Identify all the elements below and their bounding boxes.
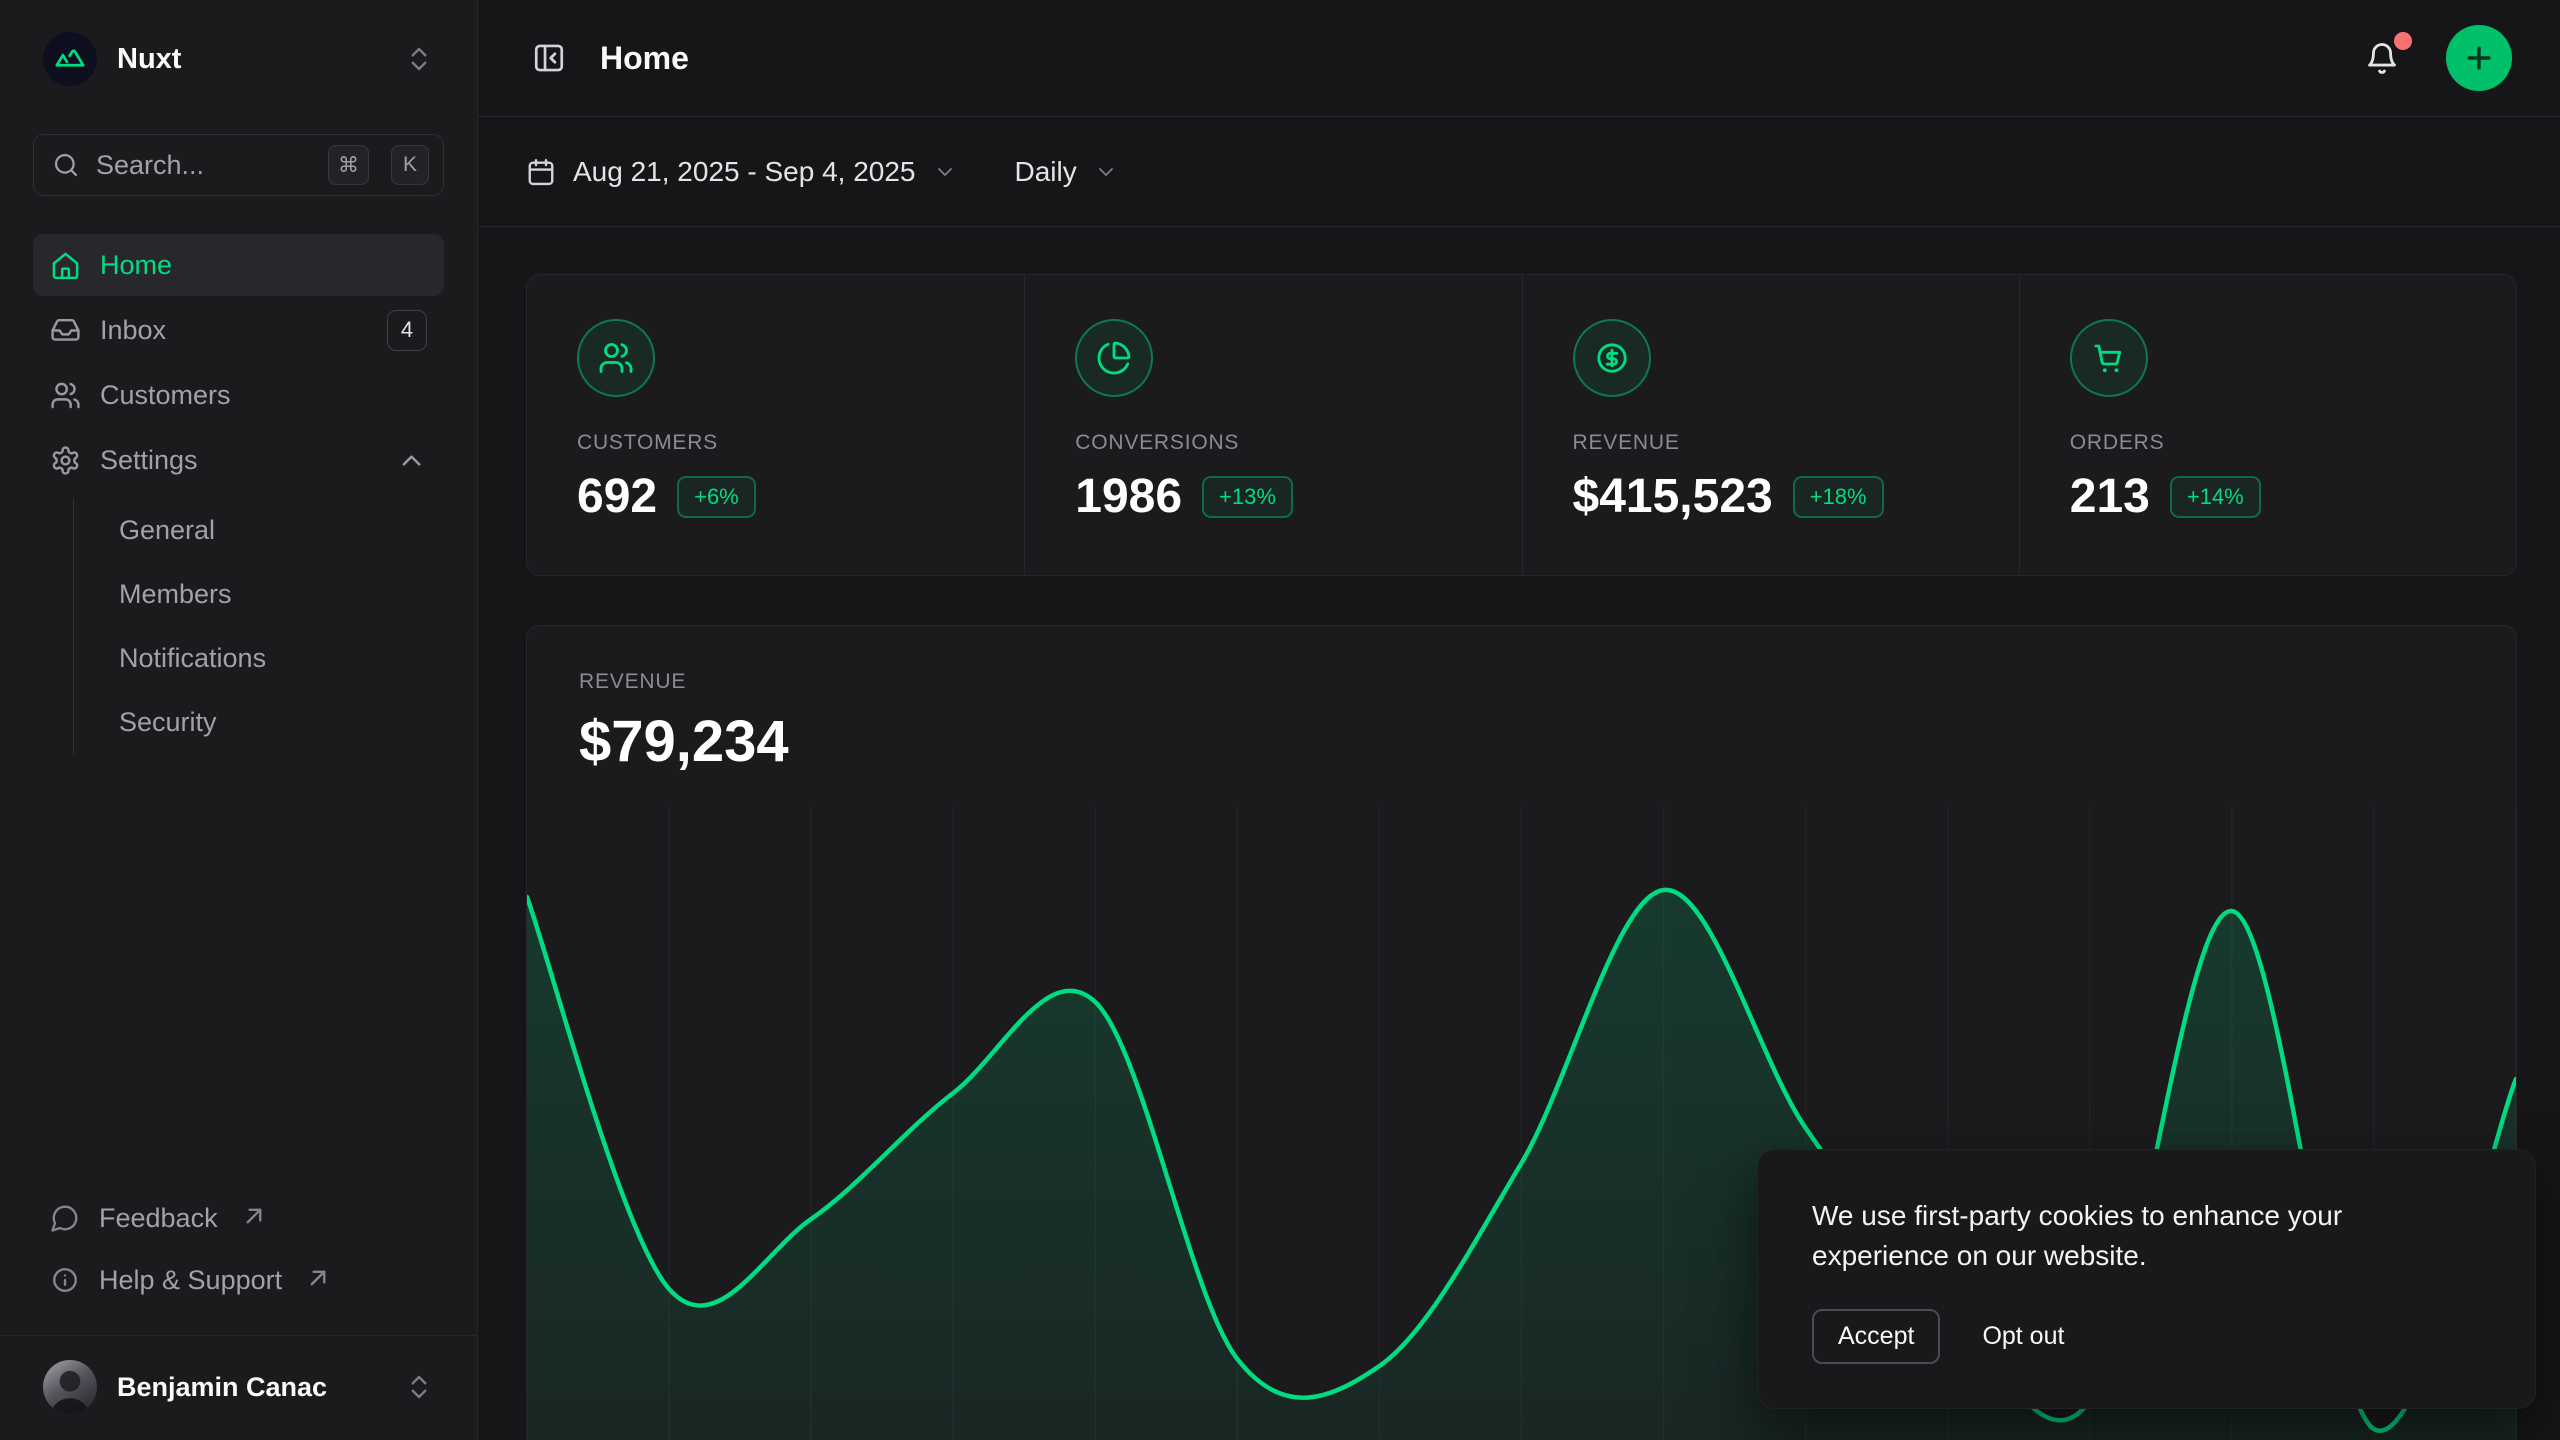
help-support-label: Help & Support (99, 1265, 282, 1296)
content: CUSTOMERS 692 +6% CONVERSIONS 1986 +13% REVENU… (478, 227, 2560, 1440)
stat-icon-circle (1573, 319, 1651, 397)
sidebar-nav: Home Inbox 4 Customers Settings GeneralMember… (33, 234, 444, 760)
notifications-button[interactable] (2358, 34, 2406, 82)
sidebar-toggle-button[interactable] (526, 35, 572, 81)
search-icon (52, 151, 80, 179)
users-icon (598, 340, 634, 376)
stat-icon-circle (1075, 319, 1153, 397)
create-button[interactable] (2446, 25, 2512, 91)
stat-label: CUSTOMERS (577, 431, 974, 455)
stat-label: REVENUE (1573, 431, 1969, 455)
user-name: Benjamin Canac (117, 1372, 384, 1403)
sidebar-item-notifications[interactable]: Notifications (105, 626, 444, 690)
chevrons-up-down-icon (404, 44, 434, 74)
granularity-select[interactable]: Daily (1015, 156, 1118, 188)
search-box[interactable]: ⌘ K (33, 134, 444, 196)
kbd-k: K (391, 145, 429, 185)
chart-pie-icon (1096, 340, 1132, 376)
revenue-panel-value: $79,234 (579, 708, 2464, 775)
feedback-link[interactable]: Feedback (33, 1187, 444, 1249)
stat-delta-badge: +14% (2170, 476, 2261, 518)
inbox-icon (50, 315, 81, 346)
stat-card-revenue[interactable]: REVENUE $415,523 +18% (1522, 275, 2019, 575)
sidebar-item-security[interactable]: Security (105, 690, 444, 754)
optout-button[interactable]: Opt out (1982, 1322, 2064, 1351)
external-link-icon (303, 1263, 333, 1293)
nuxt-logo (43, 32, 97, 86)
sidebar-item-label: Home (100, 250, 427, 281)
notification-dot (2394, 32, 2412, 50)
users-icon (50, 380, 81, 411)
sidebar-item-settings[interactable]: Settings (33, 429, 444, 491)
calendar-icon (526, 157, 556, 187)
panel-left-close-icon (532, 41, 566, 75)
avatar (43, 1360, 97, 1414)
sidebar-item-label: Customers (100, 380, 427, 411)
stat-value: 213 (2070, 469, 2150, 524)
house-icon (50, 250, 81, 281)
sidebar-item-general[interactable]: General (105, 498, 444, 562)
main-area: Home Aug 21, 2025 - Sep 4, 2025 Daily CU… (478, 0, 2560, 1440)
stat-card-customers[interactable]: CUSTOMERS 692 +6% (527, 275, 1024, 575)
help-support-link[interactable]: Help & Support (33, 1249, 444, 1311)
date-range-label: Aug 21, 2025 - Sep 4, 2025 (573, 156, 916, 188)
chevron-down-icon (1094, 160, 1118, 184)
settings-icon (50, 445, 81, 476)
search-input[interactable] (96, 150, 306, 181)
stat-icon-circle (577, 319, 655, 397)
stat-card-conversions[interactable]: CONVERSIONS 1986 +13% (1024, 275, 1521, 575)
sidebar: Nuxt ⌘ K Home Inbox 4 Customers Settings Gene… (0, 0, 478, 1440)
stat-delta-badge: +6% (677, 476, 756, 518)
revenue-panel-label: REVENUE (579, 670, 2464, 694)
stats-card: CUSTOMERS 692 +6% CONVERSIONS 1986 +13% REVENU… (526, 274, 2517, 576)
feedback-label: Feedback (99, 1203, 218, 1234)
sidebar-footer: Feedback Help & Support (33, 1187, 444, 1325)
accept-button[interactable]: Accept (1812, 1309, 1940, 1364)
stat-label: ORDERS (2070, 431, 2466, 455)
sidebar-item-label: Inbox (100, 315, 368, 346)
team-name: Nuxt (117, 43, 384, 76)
chevron-up-icon (396, 445, 427, 476)
cart-icon (2091, 340, 2127, 376)
user-menu[interactable]: Benjamin Canac (33, 1336, 444, 1440)
sidebar-item-label: Settings (100, 445, 377, 476)
page-header: Home (478, 0, 2560, 117)
stat-label: CONVERSIONS (1075, 431, 1471, 455)
cookie-message: We use first-party cookies to enhance yo… (1812, 1196, 2422, 1277)
info-icon (50, 1265, 80, 1295)
stat-card-orders[interactable]: ORDERS 213 +14% (2019, 275, 2516, 575)
nuxt-icon (53, 42, 87, 76)
sidebar-item-customers[interactable]: Customers (33, 364, 444, 426)
sidebar-item-inbox[interactable]: Inbox 4 (33, 299, 444, 361)
inbox-badge: 4 (387, 310, 427, 351)
chevron-down-icon (933, 160, 957, 184)
external-link-icon (239, 1201, 269, 1231)
sidebar-spacer (33, 760, 444, 1187)
granularity-label: Daily (1015, 156, 1077, 188)
chevrons-up-down-icon (404, 1372, 434, 1402)
filters-toolbar: Aug 21, 2025 - Sep 4, 2025 Daily (478, 117, 2560, 227)
team-switcher[interactable]: Nuxt (33, 22, 444, 96)
page-title: Home (600, 40, 689, 77)
stat-icon-circle (2070, 319, 2148, 397)
stat-value: 1986 (1075, 469, 1182, 524)
cookie-banner: We use first-party cookies to enhance yo… (1757, 1149, 2536, 1409)
date-range-picker[interactable]: Aug 21, 2025 - Sep 4, 2025 (526, 156, 957, 188)
stat-value: 692 (577, 469, 657, 524)
circle-dollar-icon (1594, 340, 1630, 376)
stat-delta-badge: +18% (1793, 476, 1884, 518)
stat-delta-badge: +13% (1202, 476, 1293, 518)
sidebar-item-home[interactable]: Home (33, 234, 444, 296)
sidebar-item-members[interactable]: Members (105, 562, 444, 626)
stat-value: $415,523 (1573, 469, 1773, 524)
settings-children: GeneralMembersNotificationsSecurity (73, 498, 444, 754)
plus-icon (2462, 41, 2496, 75)
kbd-cmd: ⌘ (328, 145, 369, 185)
message-circle-icon (50, 1203, 80, 1233)
